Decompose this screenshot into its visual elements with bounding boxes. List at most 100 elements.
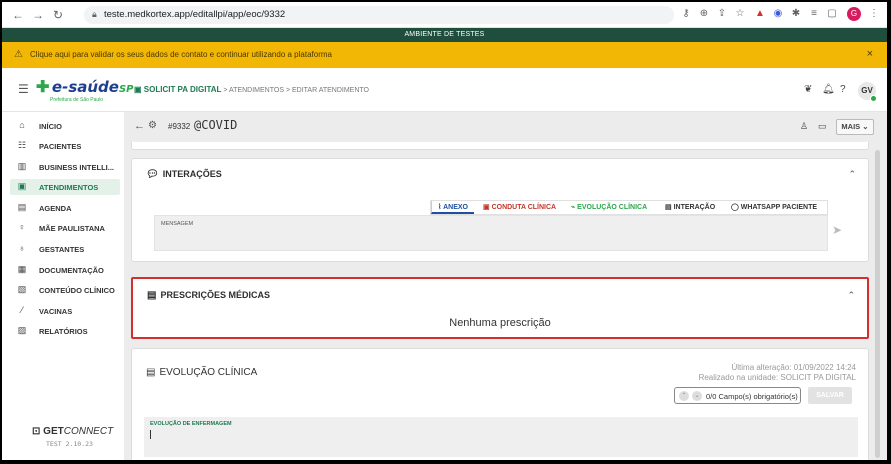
alert-text[interactable]: Clique aqui para validar os seus dados d…	[30, 50, 332, 59]
arrow-up-icon[interactable]: ⌃	[679, 391, 689, 401]
tab-evolucao-clinica[interactable]: ⌁ EVOLUÇÃO CLÍNICA	[571, 201, 647, 214]
last-change-text: Última alteração: 01/09/2022 14:24	[731, 363, 856, 372]
sidebar-item-agenda[interactable]: ▤ AGENDA	[10, 200, 120, 216]
id-card-icon[interactable]: ▭	[818, 121, 827, 132]
getconnect-icon: ⊡	[32, 426, 44, 437]
sidepanel-icon[interactable]: ▢	[824, 6, 840, 22]
prescriptions-title[interactable]: ▤ PRESCRIÇÕES MÉDICAS	[147, 290, 270, 301]
reload-icon[interactable]: ↻	[50, 7, 66, 23]
required-fields-indicator[interactable]: ⌃ ⌄ 0/0 Campo(s) obrigatório(s)	[674, 387, 801, 404]
last-change-info: Última alteração: 01/09/2022 14:24 Reali…	[699, 363, 856, 383]
save-button[interactable]: SALVAR	[808, 387, 852, 404]
warning-icon: ⚠	[14, 49, 23, 60]
share-icon[interactable]: ⇪	[714, 6, 730, 22]
menu-dots-icon[interactable]: ⋮	[866, 6, 882, 22]
sidebar-item-gestantes[interactable]: ♁ GESTANTES	[10, 241, 120, 257]
sidebar-item-vacinas[interactable]: ⁄ VACINAS	[10, 303, 120, 319]
tab-label: INTERAÇÃO	[673, 204, 716, 211]
close-icon[interactable]: ×	[867, 48, 873, 60]
tab-label: WHATSAPP PACIENTE	[740, 204, 818, 211]
unit-text: Realizado na unidade: SOLICIT PA DIGITAL	[698, 373, 856, 382]
people-icon: ☷	[17, 140, 27, 150]
scrollbar[interactable]	[875, 150, 880, 458]
sidebar-item-pacientes[interactable]: ☷ PACIENTES	[10, 138, 120, 154]
sidebar-item-documentacao[interactable]: ▦ DOCUMENTAÇÃO	[10, 262, 120, 278]
interactions-card: 💬︎ INTERAÇÕES ⌃ ⌇ ANEXO ▣ CONDUTA CLÍNICA…	[131, 158, 869, 262]
interactions-title[interactable]: 💬︎ INTERAÇÕES	[146, 169, 222, 180]
star-icon[interactable]: ☆	[732, 6, 748, 22]
key-icon[interactable]: ⚷	[678, 6, 694, 22]
document-icon: ▦	[17, 264, 27, 274]
back-arrow-icon[interactable]: ←	[134, 120, 145, 132]
prescriptions-title-text: PRESCRIÇÕES MÉDICAS	[160, 290, 270, 300]
extension-icon[interactable]: ▲	[752, 6, 768, 22]
breadcrumb-separator: >	[223, 87, 228, 94]
gear-icon[interactable]: ⚙	[148, 120, 157, 131]
message-label: MENSAGEM	[161, 221, 194, 227]
zoom-icon[interactable]: ⊕	[696, 6, 712, 22]
brain-icon[interactable]: ❦	[804, 84, 812, 95]
message-input[interactable]: MENSAGEM	[154, 215, 828, 251]
sidebar-item-mae-paulistana[interactable]: ♀ MÃE PAULISTANA	[10, 220, 120, 236]
chat-icon: ▤	[665, 204, 674, 211]
chat-icon: 💬︎	[146, 169, 159, 180]
bell-icon[interactable]: 🔔︎	[822, 84, 835, 95]
environment-banner: AMBIENTE DE TESTES	[2, 28, 887, 42]
clipboard-icon: ▣	[134, 85, 144, 94]
esaude-logo[interactable]: ✚ e-saúdeSP Prefeitura de São Paulo	[36, 77, 134, 103]
sidebar-item-label: PACIENTES	[39, 142, 82, 151]
profile-avatar[interactable]: G	[847, 7, 861, 21]
interaction-tabs: ⌇ ANEXO ▣ CONDUTA CLÍNICA ⌁ EVOLUÇÃO CLÍ…	[430, 200, 828, 215]
no-prescriptions-text: Nenhuma prescrição	[449, 317, 551, 329]
send-icon[interactable]: ➤	[832, 223, 842, 237]
chevron-up-icon[interactable]: ⌃	[848, 169, 856, 180]
sidebar-item-label: GESTANTES	[39, 245, 85, 254]
arrow-down-icon[interactable]: ⌄	[692, 391, 702, 401]
tab-interacao[interactable]: ▤ INTERAÇÃO	[665, 201, 715, 214]
sidebar-item-label: AGENDA	[39, 204, 72, 213]
sidebar-item-inicio[interactable]: ⌂ INÍCIO	[10, 118, 120, 134]
chevron-up-icon[interactable]: ⌃	[847, 290, 855, 301]
nursing-evolution-field[interactable]: EVOLUÇÃO DE ENFERMAGEM	[144, 417, 858, 457]
tab-anexo[interactable]: ⌇ ANEXO	[431, 201, 475, 214]
help-icon[interactable]: ?	[840, 84, 846, 95]
forward-icon[interactable]: →	[30, 7, 46, 23]
sidebar-item-business-intelligence[interactable]: ▥ BUSINESS INTELLI...	[10, 159, 120, 175]
tab-label: ANEXO	[443, 204, 469, 211]
sidebar-item-label: VACINAS	[39, 307, 73, 316]
sidebar-item-label: INÍCIO	[39, 122, 62, 131]
tab-conduta-clinica[interactable]: ▣ CONDUTA CLÍNICA	[483, 201, 556, 214]
sidebar-item-label: CONTEÚDO CLÍNICO	[39, 286, 115, 295]
breadcrumb-unit[interactable]: SOLICIT PA DIGITAL	[144, 85, 222, 94]
sidebar-item-relatorios[interactable]: ▨ RELATÓRIOS	[10, 323, 120, 339]
clipboard-icon: ▣	[483, 204, 492, 211]
report-icon: ▨	[17, 325, 27, 335]
calendar-icon: ▤	[17, 202, 27, 212]
book-icon: ▧	[17, 284, 27, 294]
nursing-evolution-label: EVOLUÇÃO DE ENFERMAGEM	[150, 421, 232, 427]
logo-bold-text: GET	[43, 426, 64, 437]
hamburger-menu-icon[interactable]: ☰	[18, 82, 29, 96]
mother-icon: ♀	[18, 222, 26, 232]
sidebar-item-label: ATENDIMENTOS	[39, 183, 99, 192]
tab-whatsapp-paciente[interactable]: ◯ WHATSAPP PACIENTE	[731, 201, 817, 214]
chevron-down-icon: ⌄	[862, 122, 869, 131]
sidebar-item-label: BUSINESS INTELLI...	[39, 163, 115, 172]
media-icon[interactable]: ≡	[806, 6, 822, 22]
app-window: ← → ↻ 🔒︎ teste.medkortex.app/editallpi/a…	[2, 2, 887, 460]
breadcrumb: ▣ SOLICIT PA DIGITAL > ATENDIMENTOS > ED…	[134, 85, 369, 94]
address-bar[interactable]: 🔒︎ teste.medkortex.app/editallpi/app/eoc…	[84, 6, 674, 24]
interactions-title-text: INTERAÇÕES	[162, 169, 222, 179]
more-button[interactable]: MAIS ⌄	[836, 119, 874, 135]
contact-validation-alert[interactable]: ⚠ Clique aqui para validar os seus dados…	[2, 42, 887, 68]
sidebar-item-conteudo-clinico[interactable]: ▧ CONTEÚDO CLÍNICO	[10, 282, 120, 298]
person-icon[interactable]: ♙	[800, 121, 808, 132]
main-content: ← ⚙ #9332 @COVID ♙ ▭ MAIS ⌄ 💬︎ INTERAÇÕES…	[124, 112, 887, 460]
back-icon[interactable]: ←	[10, 7, 26, 23]
chart-icon: ▥	[17, 161, 27, 171]
breadcrumb-attendances[interactable]: ATENDIMENTOS	[229, 87, 284, 94]
sidebar-item-atendimentos[interactable]: ▣ ATENDIMENTOS	[10, 179, 120, 195]
logo-suffix: SP	[118, 84, 134, 95]
extension-icon[interactable]: ◉	[770, 6, 786, 22]
puzzle-icon[interactable]: ✱	[788, 6, 804, 22]
